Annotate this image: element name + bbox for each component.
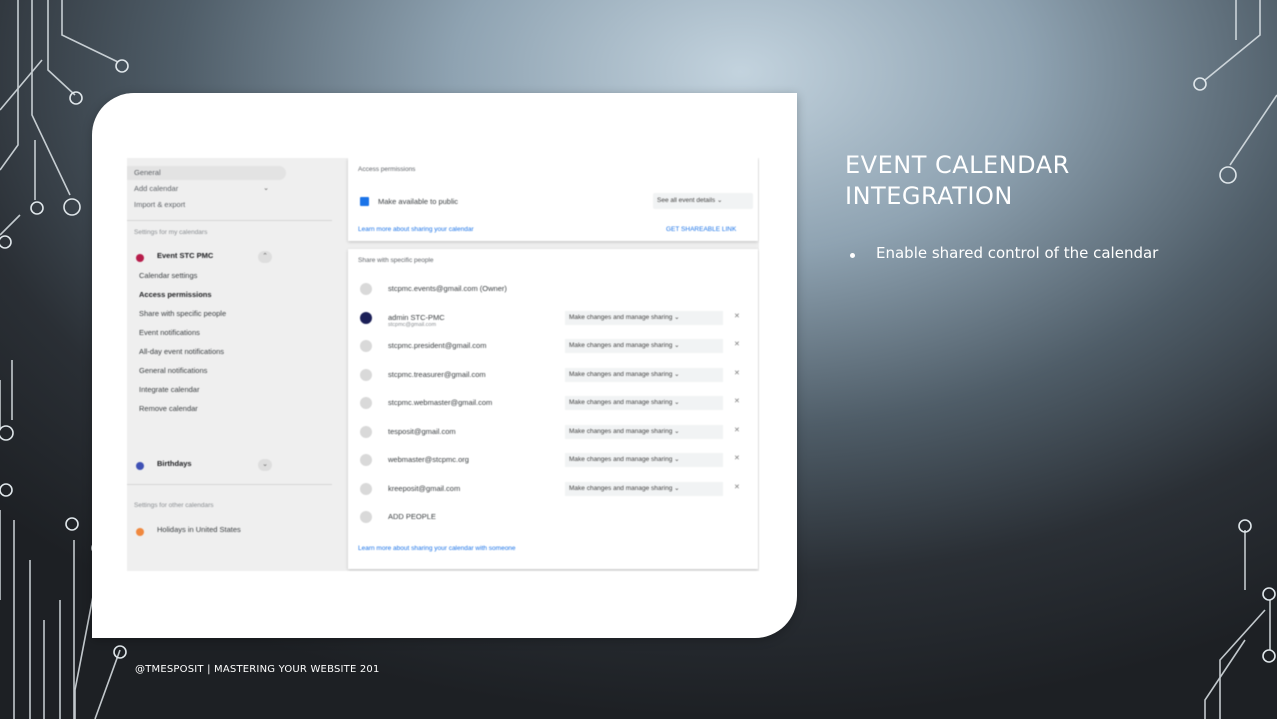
- sidebar-item-calendar-settings[interactable]: Calendar settings: [139, 271, 197, 280]
- permission-select[interactable]: Make changes and manage sharing ⌄: [565, 453, 723, 467]
- slide-bullet: Enable shared control of the calendar: [876, 244, 1159, 262]
- section-other-calendars: Settings for other calendars: [134, 502, 214, 509]
- permission-value: Make changes and manage sharing: [569, 399, 673, 406]
- avatar: [360, 311, 372, 324]
- sidebar-item-event-notifications[interactable]: Event notifications: [139, 328, 200, 337]
- calendar-settings-screenshot: General Add calendar ⌄ Import & export S…: [127, 158, 759, 571]
- permission-select[interactable]: Make changes and manage sharing ⌄: [565, 310, 723, 325]
- calendar-color-dot: [136, 462, 144, 470]
- close-icon[interactable]: ✕: [734, 340, 740, 348]
- avatar: [360, 368, 372, 381]
- sidebar-item-general[interactable]: General: [127, 166, 286, 180]
- close-icon[interactable]: ✕: [734, 312, 740, 320]
- close-icon[interactable]: ✕: [734, 454, 740, 462]
- learn-more-sharing-link[interactable]: Learn more about sharing your calendar w…: [358, 545, 516, 552]
- chevron-up-icon[interactable]: ⌃: [258, 251, 272, 263]
- slide-footer: @TMESPOSIT | MASTERING YOUR WEBSITE 201: [135, 664, 380, 675]
- share-email: stcpmc.events@gmail.com (Owner): [388, 284, 507, 293]
- sidebar-divider: [127, 484, 332, 485]
- visibility-value: See all event details: [657, 197, 716, 204]
- share-row: stcpmc.webmaster@gmail.com Make changes a…: [348, 390, 758, 418]
- share-email: webmaster@stcpmc.org: [388, 455, 469, 464]
- share-row: stcpmc.president@gmail.com Make changes a…: [348, 333, 758, 361]
- avatar: [360, 340, 372, 352]
- share-email: admin STC-PMC: [388, 312, 445, 322]
- share-email: tesposit@gmail.com: [388, 426, 456, 436]
- section-my-calendars: Settings for my calendars: [134, 229, 208, 236]
- visibility-select[interactable]: See all event details ⌄: [653, 193, 753, 209]
- share-email: stcpmc.treasurer@gmail.com: [388, 369, 486, 379]
- avatar: [360, 283, 372, 295]
- permission-value: Make changes and manage sharing: [569, 456, 673, 463]
- share-email: kreeposit@gmail.com: [388, 483, 461, 493]
- calendar-color-dot: [136, 254, 144, 262]
- share-email: stcpmc.president@gmail.com: [388, 341, 487, 350]
- share-row: stcpmc.events@gmail.com (Owner): [348, 276, 758, 304]
- share-row: kreeposit@gmail.com Make changes and mana…: [348, 476, 758, 504]
- sidebar-calendar-holidays[interactable]: Holidays in United States: [157, 525, 241, 534]
- sidebar-item-access-permissions[interactable]: Access permissions: [139, 290, 212, 299]
- permission-value: Make changes and manage sharing: [569, 427, 673, 435]
- make-public-label: Make available to public: [378, 197, 459, 206]
- avatar: [360, 397, 372, 409]
- chevron-down-icon[interactable]: ⌄: [258, 459, 272, 471]
- close-icon[interactable]: ✕: [734, 483, 740, 491]
- sidebar-item-remove-calendar[interactable]: Remove calendar: [139, 404, 198, 413]
- permission-select[interactable]: Make changes and manage sharing ⌄: [565, 396, 723, 410]
- make-public-checkbox[interactable]: [360, 197, 369, 206]
- permission-select[interactable]: Make changes and manage sharing ⌄: [565, 367, 723, 382]
- share-row: webmaster@stcpmc.org Make changes and man…: [348, 447, 758, 475]
- share-row: stcpmc.treasurer@gmail.com Make changes a…: [348, 362, 758, 390]
- sidebar-item-integrate-calendar[interactable]: Integrate calendar: [139, 385, 199, 394]
- permission-select[interactable]: Make changes and manage sharing ⌄: [565, 339, 723, 353]
- avatar: [360, 482, 372, 495]
- avatar: [360, 425, 372, 438]
- permission-value: Make changes and manage sharing: [569, 342, 673, 349]
- bullet-icon: [850, 253, 855, 258]
- share-email: stcpmc.webmaster@gmail.com: [388, 398, 493, 407]
- sidebar-calendar-birthdays[interactable]: Birthdays: [157, 459, 192, 468]
- access-permissions-panel: Access permissions Make available to pub…: [348, 158, 758, 241]
- share-row: tesposit@gmail.com Make changes and manag…: [348, 419, 758, 447]
- share-row: admin STC-PMC stcpmc@gmail.com Make change…: [348, 305, 758, 333]
- permission-value: Make changes and manage sharing: [569, 370, 673, 378]
- avatar: [360, 454, 372, 466]
- access-permissions-title: Access permissions: [358, 166, 416, 173]
- sidebar-item-import-export[interactable]: Import & export: [134, 198, 185, 212]
- learn-more-link[interactable]: Learn more about sharing your calendar: [358, 226, 474, 233]
- permission-value: Make changes and manage sharing: [569, 313, 673, 321]
- chevron-down-icon[interactable]: ⌄: [259, 183, 273, 195]
- sidebar-divider: [127, 220, 332, 221]
- avatar: [360, 511, 372, 523]
- close-icon[interactable]: ✕: [734, 426, 740, 434]
- share-specific-title: Share with specific people: [358, 257, 434, 264]
- sidebar-calendar-event-stc[interactable]: Event STC PMC: [157, 251, 213, 260]
- permission-select[interactable]: Make changes and manage sharing ⌄: [565, 481, 723, 496]
- close-icon[interactable]: ✕: [734, 397, 740, 405]
- shareable-link-button[interactable]: GET SHAREABLE LINK: [666, 226, 736, 233]
- share-row: ADD PEOPLE: [348, 504, 758, 532]
- sidebar-item-general-notifications[interactable]: General notifications: [139, 366, 207, 375]
- share-specific-panel: Share with specific people stcpmc.events…: [348, 249, 758, 569]
- sidebar-item-add-calendar[interactable]: Add calendar: [134, 182, 178, 196]
- permission-value: Make changes and manage sharing: [569, 484, 673, 492]
- permission-select[interactable]: Make changes and manage sharing ⌄: [565, 424, 723, 439]
- share-email-sub: stcpmc@gmail.com: [388, 321, 437, 328]
- slide-title: EVENT CALENDAR INTEGRATION: [845, 151, 1070, 210]
- settings-sidebar: General Add calendar ⌄ Import & export S…: [127, 158, 347, 571]
- sidebar-item-share-specific[interactable]: Share with specific people: [139, 309, 226, 318]
- calendar-color-dot: [136, 528, 144, 536]
- sidebar-item-allday-notifications[interactable]: All-day event notifications: [139, 347, 224, 356]
- share-email: ADD PEOPLE: [388, 512, 436, 521]
- close-icon[interactable]: ✕: [734, 369, 740, 377]
